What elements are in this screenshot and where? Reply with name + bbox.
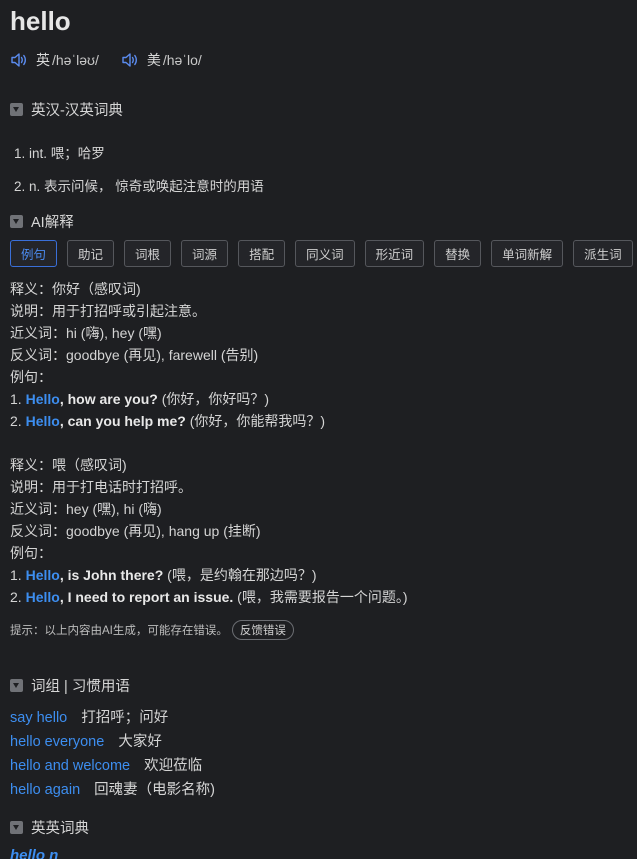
collapse-icon: [10, 679, 23, 692]
list-item: hello again 回魂妻（电影名称): [10, 778, 215, 802]
example-english: , how are you?: [59, 391, 158, 407]
ai-tabs: 例句 助记 词根 词源 搭配 同义词 形近词 替换 单词新解 派生词: [10, 240, 633, 267]
list-item: hello and welcome 欢迎莅临: [10, 754, 215, 778]
ee-entry-link[interactable]: hello n: [10, 847, 58, 859]
tab-synonyms[interactable]: 同义词: [295, 240, 355, 267]
ai-meaning: 释义：喂（感叹词): [10, 457, 127, 473]
phrase-link[interactable]: hello and welcome: [10, 758, 130, 774]
example-keyword: Hello: [25, 413, 60, 429]
speaker-icon: [122, 53, 137, 67]
example-chinese: (喂，是约翰在那边吗？): [163, 567, 317, 583]
tab-etymology[interactable]: 词源: [181, 240, 229, 267]
section-ee-dict[interactable]: 英英词典: [10, 817, 89, 838]
section-title: 英汉-汉英词典: [31, 103, 123, 119]
tab-collocation[interactable]: 搭配: [238, 240, 286, 267]
dictionary-page: hello 英 /həˈləʊ/ 美 /həˈlo/ 英汉-汉英词典 1. in…: [0, 0, 637, 859]
section-phrases[interactable]: 词组 | 习惯用语: [10, 675, 130, 696]
example-english: , I need to report an issue.: [59, 589, 234, 605]
example-number: 2.: [10, 589, 26, 605]
ai-synonyms: 近义词：hi (嗨), hey (嘿): [10, 325, 162, 341]
example-keyword: Hello: [25, 589, 60, 605]
pronunciation-us[interactable]: 美 /həˈlo/: [121, 50, 202, 70]
phrase-meaning: 欢迎莅临: [144, 758, 203, 774]
phrase-link[interactable]: say hello: [10, 710, 67, 726]
notice-text: 提示：以上内容由AI生成，可能存在错误。: [10, 625, 228, 637]
tab-root[interactable]: 词根: [124, 240, 172, 267]
collapse-icon: [10, 215, 23, 228]
pronunciation-ipa: /həˈlo/: [162, 52, 202, 68]
tab-examples[interactable]: 例句: [10, 240, 58, 267]
section-ec-dict[interactable]: 英汉-汉英词典: [10, 99, 123, 120]
ai-examples-label: 例句：: [10, 545, 52, 561]
phrase-meaning: 打招呼；问好: [81, 710, 169, 726]
speaker-icon: [11, 53, 26, 67]
pronunciation-label: 英: [36, 52, 50, 68]
word-title: hello: [10, 6, 71, 36]
ai-antonyms: 反义词：goodbye (再见), farewell (告别): [10, 347, 259, 363]
definition-item: 1. int. 喂；哈罗: [14, 146, 105, 161]
ai-explain: 说明：用于打电话时打招呼。: [10, 479, 192, 495]
example-number: 1.: [10, 567, 26, 583]
pronunciation-uk[interactable]: 英 /həˈləʊ/: [10, 50, 99, 70]
example-number: 1.: [10, 391, 26, 407]
section-ai-explain[interactable]: AI解释: [10, 211, 74, 232]
example-keyword: Hello: [25, 391, 60, 407]
pronunciation-row: 英 /həˈləʊ/ 美 /həˈlo/: [10, 50, 224, 70]
definition-item: 2. n. 表示问候， 惊奇或唤起注意时的用语: [14, 179, 264, 194]
example-keyword: Hello: [25, 567, 60, 583]
example-chinese: (你好，你好吗？): [157, 391, 270, 407]
ai-synonyms: 近义词：hey (嘿), hi (嗨): [10, 501, 162, 517]
collapse-icon: [10, 821, 23, 834]
example-english: , is John there?: [59, 567, 164, 583]
section-title: 英英词典: [31, 821, 89, 837]
ai-notice: 提示：以上内容由AI生成，可能存在错误。 反馈错误: [10, 620, 294, 640]
ai-meaning: 释义：你好（感叹词): [10, 281, 141, 297]
ai-examples-label: 例句：: [10, 369, 52, 385]
phrase-list: say hello 打招呼；问好 hello everyone 大家好 hello …: [10, 706, 215, 802]
feedback-button[interactable]: 反馈错误: [231, 620, 294, 640]
pronunciation-ipa: /həˈləʊ/: [52, 52, 99, 68]
list-item: hello everyone 大家好: [10, 730, 215, 754]
ai-explain: 说明：用于打招呼或引起注意。: [10, 303, 206, 319]
tab-replace[interactable]: 替换: [434, 240, 482, 267]
example-chinese: (你好，你能帮我吗？): [185, 413, 326, 429]
example-english: , can you help me?: [59, 413, 186, 429]
example-sentence: 2. Hello, I need to report an issue. (喂，…: [10, 586, 408, 608]
phrase-meaning: 大家好: [118, 734, 162, 750]
tab-derivatives[interactable]: 派生词: [573, 240, 633, 267]
collapse-icon: [10, 103, 23, 116]
ai-antonyms: 反义词：goodbye (再见), hang up (挂断): [10, 523, 261, 539]
tab-new-meaning[interactable]: 单词新解: [491, 240, 564, 267]
ai-entry: 释义：喂（感叹词) 说明：用于打电话时打招呼。 近义词：hey (嘿), hi …: [10, 454, 408, 608]
section-title: AI解释: [31, 215, 74, 231]
phrase-link[interactable]: hello everyone: [10, 734, 104, 750]
example-sentence: 1. Hello, how are you? (你好，你好吗？): [10, 388, 325, 410]
tab-mnemonic[interactable]: 助记: [67, 240, 115, 267]
ai-entry: 释义：你好（感叹词) 说明：用于打招呼或引起注意。 近义词：hi (嗨), he…: [10, 278, 325, 432]
example-number: 2.: [10, 413, 26, 429]
pronunciation-label: 美: [146, 52, 161, 68]
phrase-link[interactable]: hello again: [10, 782, 80, 798]
example-sentence: 2. Hello, can you help me? (你好，你能帮我吗？): [10, 410, 325, 432]
example-sentence: 1. Hello, is John there? (喂，是约翰在那边吗？): [10, 564, 408, 586]
phrase-meaning: 回魂妻（电影名称): [94, 782, 215, 798]
example-chinese: (喂，我需要报告一个问题。): [233, 589, 408, 605]
section-title: 词组 | 习惯用语: [31, 679, 130, 695]
list-item: say hello 打招呼；问好: [10, 706, 215, 730]
tab-similar-words[interactable]: 形近词: [364, 240, 425, 267]
